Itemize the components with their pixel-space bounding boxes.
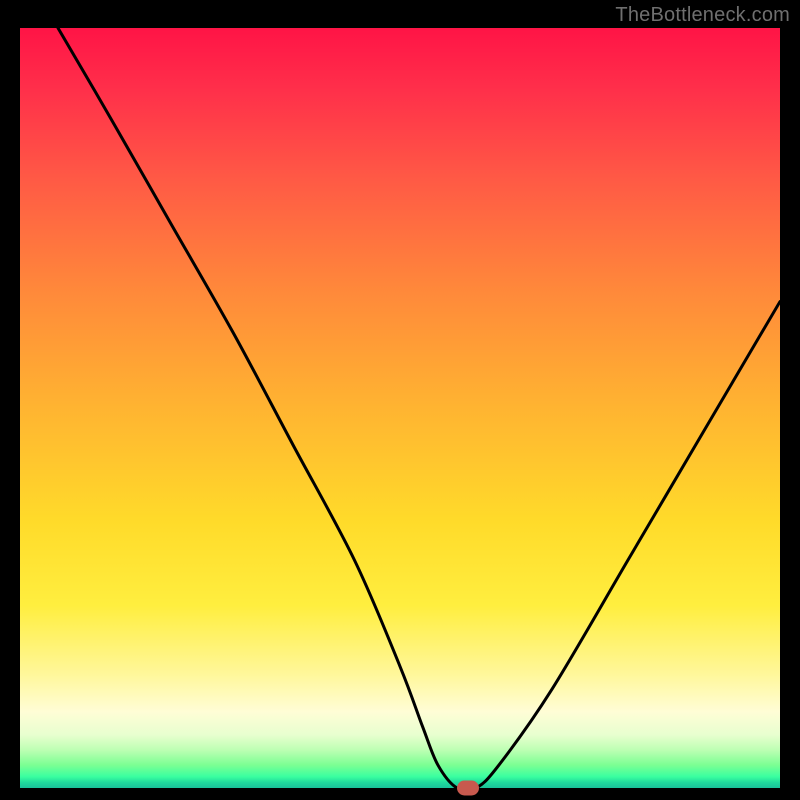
plot-area <box>20 28 780 788</box>
attribution-text: TheBottleneck.com <box>615 4 790 27</box>
bottleneck-curve <box>20 28 780 788</box>
optimal-point-marker <box>457 781 479 796</box>
chart-frame: TheBottleneck.com <box>0 0 800 800</box>
curve-path <box>58 28 780 788</box>
